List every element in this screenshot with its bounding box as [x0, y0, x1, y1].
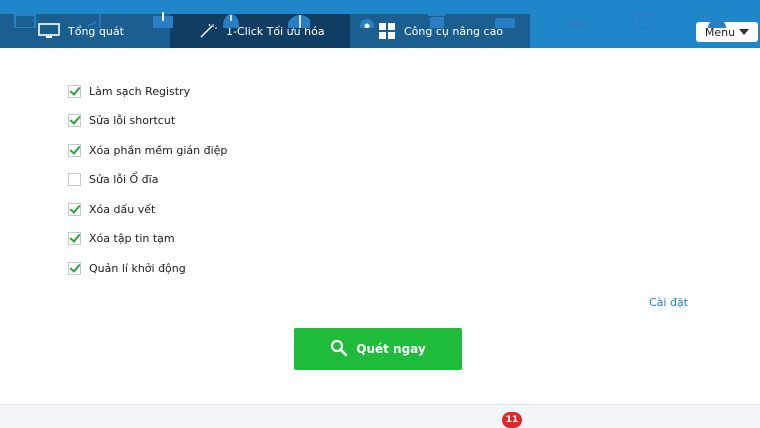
option-shortcut[interactable]: Sửa lỗi shortcut [68, 114, 175, 127]
search-icon [330, 339, 348, 360]
option-disk[interactable]: Sửa lỗi Ổ đĩa [68, 173, 158, 186]
gear-icon[interactable] [356, 12, 378, 28]
scan-now-button[interactable]: Quét ngay [294, 328, 462, 370]
tab-label: Công cụ nâng cao [404, 24, 504, 38]
pie-chart-icon[interactable] [288, 12, 310, 28]
caret-down-icon [739, 29, 750, 35]
option-label: Quản lí khởi động [89, 262, 186, 275]
option-registry[interactable]: Làm sạch Registry [68, 85, 190, 98]
checkbox[interactable] [68, 203, 81, 216]
magic-wand-icon [198, 23, 218, 39]
mouse-icon[interactable] [220, 12, 242, 28]
circle-icon[interactable] [706, 12, 728, 28]
option-label: Xóa tập tin tạm [89, 232, 175, 245]
option-spyware[interactable]: Xóa phần mềm gián điệp [68, 144, 227, 157]
checkbox[interactable] [68, 262, 81, 275]
checkbox[interactable] [68, 85, 81, 98]
checkbox[interactable] [68, 144, 81, 157]
trash-icon[interactable] [426, 12, 448, 28]
monitor-icon [38, 23, 60, 39]
option-label: Làm sạch Registry [89, 85, 191, 98]
download-icon[interactable] [152, 12, 174, 28]
notification-badge: 11 [502, 412, 522, 428]
option-label: Sửa lỗi shortcut [89, 114, 176, 127]
checkbox[interactable] [68, 114, 81, 127]
tab-bar: Tổng quát 1-Click Tối ưu hóa Công cụ nân… [0, 14, 530, 48]
option-label: Xóa phần mềm gián điệp [89, 144, 228, 157]
tab-one-click-optimize[interactable]: 1-Click Tối ưu hóa [170, 14, 350, 48]
option-temp-files[interactable]: Xóa tập tin tạm [68, 232, 175, 245]
monitor-icon[interactable] [14, 12, 36, 28]
toolbox-icon[interactable] [494, 12, 516, 28]
checkbox[interactable] [68, 232, 81, 245]
bottom-toolbar [0, 404, 760, 428]
option-traces[interactable]: Xóa dấu vết [68, 203, 155, 216]
chart-icon[interactable] [82, 12, 104, 28]
image-icon[interactable] [632, 12, 654, 28]
checkbox[interactable] [68, 173, 81, 186]
cloud-icon[interactable] [566, 12, 588, 28]
settings-link[interactable]: Cài đặt [649, 296, 688, 309]
scan-label: Quét ngay [356, 342, 426, 356]
grid-icon [378, 23, 396, 39]
option-label: Xóa dấu vết [89, 203, 156, 216]
option-startup[interactable]: Quản lí khởi động [68, 262, 186, 275]
option-label: Sửa lỗi Ổ đĩa [89, 173, 159, 186]
